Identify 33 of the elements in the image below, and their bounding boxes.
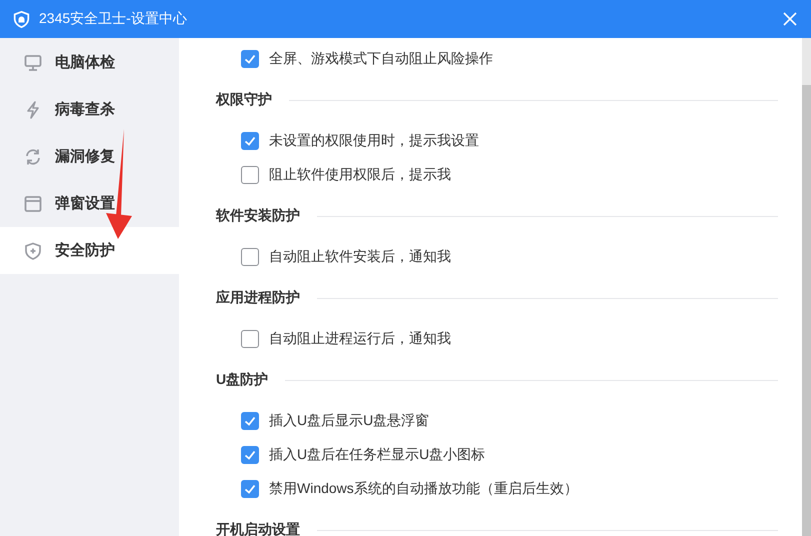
- checkbox-label: 禁用Windows系统的自动播放功能（重启后生效）: [269, 480, 578, 498]
- window-icon: [24, 194, 42, 212]
- checkbox[interactable]: [241, 50, 259, 68]
- checkbox-label: 自动阻止软件安装后，通知我: [269, 248, 451, 266]
- section-title: 软件安装防护: [216, 207, 300, 225]
- checkbox-label: 阻止软件使用权限后，提示我: [269, 166, 451, 184]
- section-title: U盘防护: [216, 371, 268, 389]
- section-title: 开机启动设置: [216, 521, 300, 536]
- checkbox-label: 插入U盘后在任务栏显示U盘小图标: [269, 446, 486, 464]
- checkbox[interactable]: [241, 412, 259, 430]
- shield-icon: [13, 10, 30, 28]
- sidebar-item[interactable]: 漏洞修复: [0, 133, 179, 180]
- monitor-icon: [24, 54, 42, 72]
- sidebar-item[interactable]: 病毒查杀: [0, 86, 179, 133]
- sidebar-item[interactable]: 安全防护: [0, 227, 179, 274]
- checkbox-label: 未设置的权限使用时，提示我设置: [269, 132, 479, 150]
- window-title: 2345安全卫士-设置中心: [39, 10, 188, 28]
- checkbox[interactable]: [241, 132, 259, 150]
- section-title: 应用进程防护: [216, 289, 300, 307]
- refresh-icon: [24, 148, 42, 166]
- checkbox-label: 自动阻止进程运行后，通知我: [269, 330, 451, 348]
- checkbox-label: 全屏、游戏模式下自动阻止风险操作: [269, 50, 493, 68]
- sidebar-item[interactable]: 弹窗设置: [0, 180, 179, 227]
- checkbox[interactable]: [241, 166, 259, 184]
- checkbox-label: 插入U盘后显示U盘悬浮窗: [269, 412, 430, 430]
- checkbox[interactable]: [241, 480, 259, 498]
- checkbox[interactable]: [241, 446, 259, 464]
- checkbox[interactable]: [241, 248, 259, 266]
- section-title: 权限守护: [216, 91, 272, 109]
- sidebar-item[interactable]: 电脑体检: [0, 39, 179, 86]
- checkbox[interactable]: [241, 330, 259, 348]
- shield-plus-icon: [24, 242, 42, 260]
- close-icon[interactable]: [783, 12, 797, 26]
